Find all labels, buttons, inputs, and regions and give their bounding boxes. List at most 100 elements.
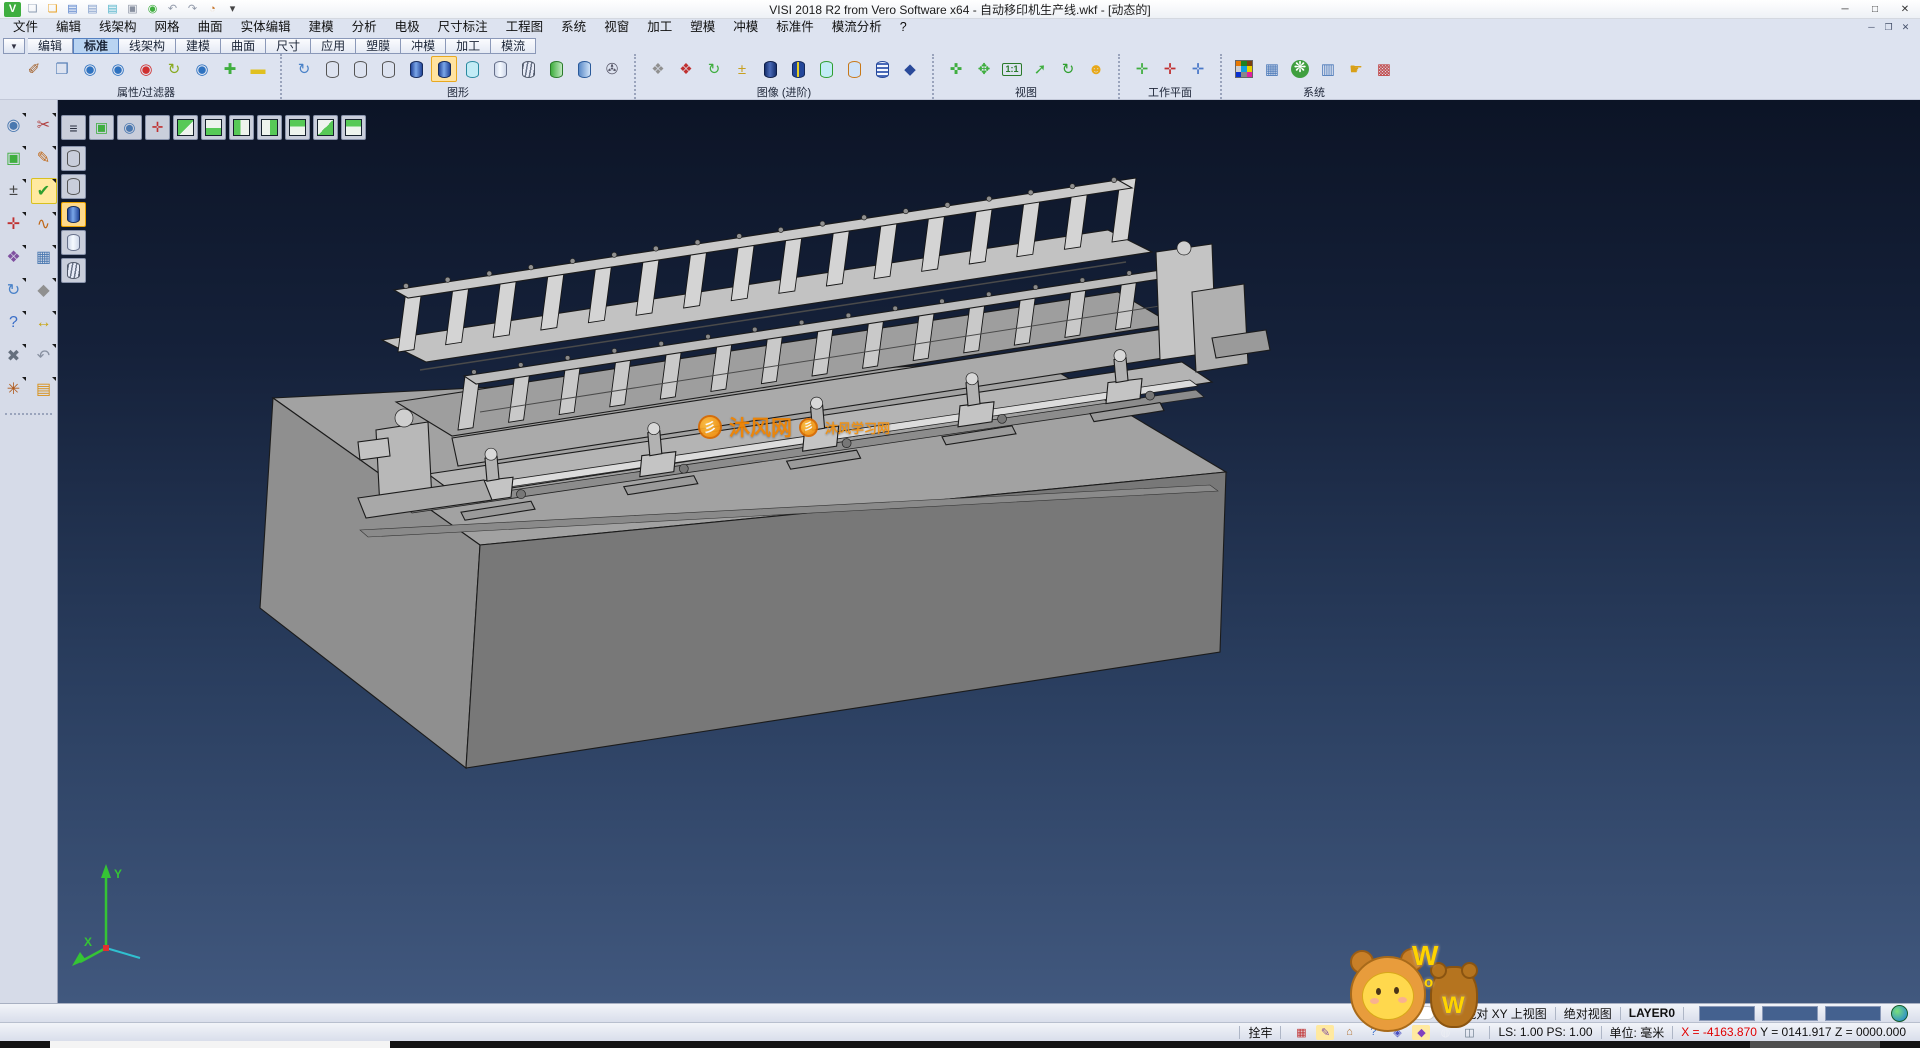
- print-preview-button[interactable]: ◉: [144, 2, 161, 17]
- zoom-extents-button[interactable]: ✥: [971, 56, 997, 82]
- calculator-button[interactable]: ▦: [1259, 56, 1285, 82]
- menu-item-2[interactable]: 线架构: [90, 18, 146, 36]
- layer-color-swatch-2[interactable]: [1825, 1006, 1881, 1021]
- tab-5[interactable]: 尺寸: [266, 38, 311, 54]
- hidden-line-view-button[interactable]: [347, 56, 373, 82]
- menu-item-10[interactable]: 工程图: [497, 18, 553, 36]
- shaded-edges-view-button[interactable]: [431, 56, 457, 82]
- show-remove-button[interactable]: ▬: [245, 56, 271, 82]
- building-button[interactable]: ⌂: [1340, 1025, 1358, 1040]
- tab-3[interactable]: 建模: [176, 38, 221, 54]
- zoom-in-out-button[interactable]: ✜: [943, 56, 969, 82]
- solid-display-button[interactable]: ◆: [31, 277, 57, 303]
- menu-item-13[interactable]: 加工: [638, 18, 681, 36]
- view-right-button[interactable]: [257, 115, 282, 140]
- view-window-button[interactable]: ▦: [31, 244, 57, 270]
- view-bottom-button[interactable]: [201, 115, 226, 140]
- workplane-move-button[interactable]: ✛: [1157, 56, 1183, 82]
- grid-settings-button[interactable]: ▩: [1371, 56, 1397, 82]
- tab-2[interactable]: 线架构: [119, 38, 176, 54]
- menu-item-5[interactable]: 实体编辑: [232, 18, 300, 36]
- wireframe-view-button[interactable]: [319, 56, 345, 82]
- graphics-settings-button[interactable]: ✇: [599, 56, 625, 82]
- show-entities-button[interactable]: ◉: [77, 56, 103, 82]
- menu-item-16[interactable]: 标准件: [767, 18, 823, 36]
- window-select-button[interactable]: ▣: [1, 145, 27, 171]
- hatch-view-button[interactable]: [515, 56, 541, 82]
- qat-dropdown-button[interactable]: ▾: [224, 2, 241, 17]
- package-button[interactable]: ◈: [1388, 1025, 1406, 1040]
- dashed-hidden-view-button[interactable]: [375, 56, 401, 82]
- edit-pencil-button[interactable]: ✎: [1316, 1025, 1334, 1040]
- view-iso-button[interactable]: [173, 115, 198, 140]
- undo-action-button[interactable]: ↶: [31, 343, 57, 369]
- view-orientation-button[interactable]: ☻: [1083, 56, 1109, 82]
- solid-verify-button[interactable]: [813, 56, 839, 82]
- attribute-copy-button[interactable]: ❐: [49, 56, 75, 82]
- hide-entities-button[interactable]: ◉: [105, 56, 131, 82]
- attribute-paint-button[interactable]: ✐: [21, 56, 47, 82]
- rotate-view-button[interactable]: ↻: [1055, 56, 1081, 82]
- menu-item-1[interactable]: 编辑: [47, 18, 90, 36]
- flat-view-button[interactable]: [487, 56, 513, 82]
- open-file-button[interactable]: ❏: [44, 2, 61, 17]
- menu-item-11[interactable]: 系统: [552, 18, 595, 36]
- show-add-button[interactable]: ✚: [217, 56, 243, 82]
- menu-item-6[interactable]: 建模: [300, 18, 343, 36]
- 3d-model-canvas[interactable]: [58, 100, 1920, 1003]
- solid-copy-button[interactable]: [841, 56, 867, 82]
- trim-edit-button[interactable]: ✂: [31, 112, 57, 138]
- solid-hatch-button[interactable]: [869, 56, 895, 82]
- sketch-edit-button[interactable]: ✎: [31, 145, 57, 171]
- 3d-viewport[interactable]: ≡▣◉✛ Y X 彡 沐风网 彡 沐风学: [58, 100, 1920, 1003]
- solid-dark-button[interactable]: [757, 56, 783, 82]
- adv-refresh-button[interactable]: ↻: [701, 56, 727, 82]
- transparent-view-button[interactable]: [459, 56, 485, 82]
- menu-item-4[interactable]: 曲面: [189, 18, 232, 36]
- minimize-button[interactable]: ─: [1830, 1, 1860, 18]
- lock-label[interactable]: 拴牢: [1248, 1024, 1272, 1041]
- viewport-menu-button[interactable]: ≡: [61, 115, 86, 140]
- tab-8[interactable]: 冲模: [401, 38, 446, 54]
- help-button[interactable]: ?: [1, 310, 27, 336]
- system-settings-button[interactable]: ❋: [1287, 56, 1313, 82]
- new-file-button[interactable]: ❏: [24, 2, 41, 17]
- tab-0[interactable]: 编辑: [28, 38, 73, 54]
- globe-icon[interactable]: [1891, 1005, 1908, 1022]
- color-palette-button[interactable]: [1231, 56, 1257, 82]
- zoom-selected-button[interactable]: ➚: [1027, 56, 1053, 82]
- confirm-selection-button[interactable]: ✔: [31, 178, 57, 204]
- print-button[interactable]: ▣: [124, 2, 141, 17]
- view-top-button[interactable]: [341, 115, 366, 140]
- tab-9[interactable]: 加工: [446, 38, 491, 54]
- adv-show-add-button[interactable]: ❖: [645, 56, 671, 82]
- history-button[interactable]: ◔: [204, 2, 221, 17]
- save-copy-button[interactable]: ▤: [104, 2, 121, 17]
- open-part-button[interactable]: ▤: [31, 376, 57, 402]
- solid-striped-button[interactable]: [785, 56, 811, 82]
- menu-item-7[interactable]: 分析: [343, 18, 386, 36]
- menu-item-18[interactable]: ?: [891, 18, 916, 36]
- attribute-painter-button[interactable]: ❖: [1, 244, 27, 270]
- display-shaded-edges-button[interactable]: [61, 230, 86, 255]
- undo-button[interactable]: ↶: [164, 2, 181, 17]
- tabbar-dropdown[interactable]: ▼: [3, 38, 25, 54]
- layer-color-swatch-1[interactable]: [1762, 1006, 1818, 1021]
- zoom-scale-button[interactable]: ±: [1, 178, 27, 204]
- view-left-button[interactable]: [229, 115, 254, 140]
- tab-1[interactable]: 标准: [73, 38, 119, 54]
- save-button[interactable]: ▤: [64, 2, 81, 17]
- filter-traffic-light-button[interactable]: ◉: [133, 56, 159, 82]
- mdi-close-button[interactable]: ✕: [1897, 19, 1914, 35]
- search-magnifier-icon[interactable]: [1442, 1006, 1457, 1021]
- view-front-button[interactable]: [285, 115, 310, 140]
- adv-toggle-button[interactable]: ±: [729, 56, 755, 82]
- tab-7[interactable]: 塑膜: [356, 38, 401, 54]
- split-view-button[interactable]: ◫: [1460, 1025, 1478, 1040]
- display-wireframe-button[interactable]: [61, 146, 86, 171]
- menu-item-0[interactable]: 文件: [4, 18, 47, 36]
- view-back-button[interactable]: [313, 115, 338, 140]
- view-ucs-button[interactable]: ✛: [145, 115, 170, 140]
- display-transparent-button[interactable]: [61, 258, 86, 283]
- tab-6[interactable]: 应用: [311, 38, 356, 54]
